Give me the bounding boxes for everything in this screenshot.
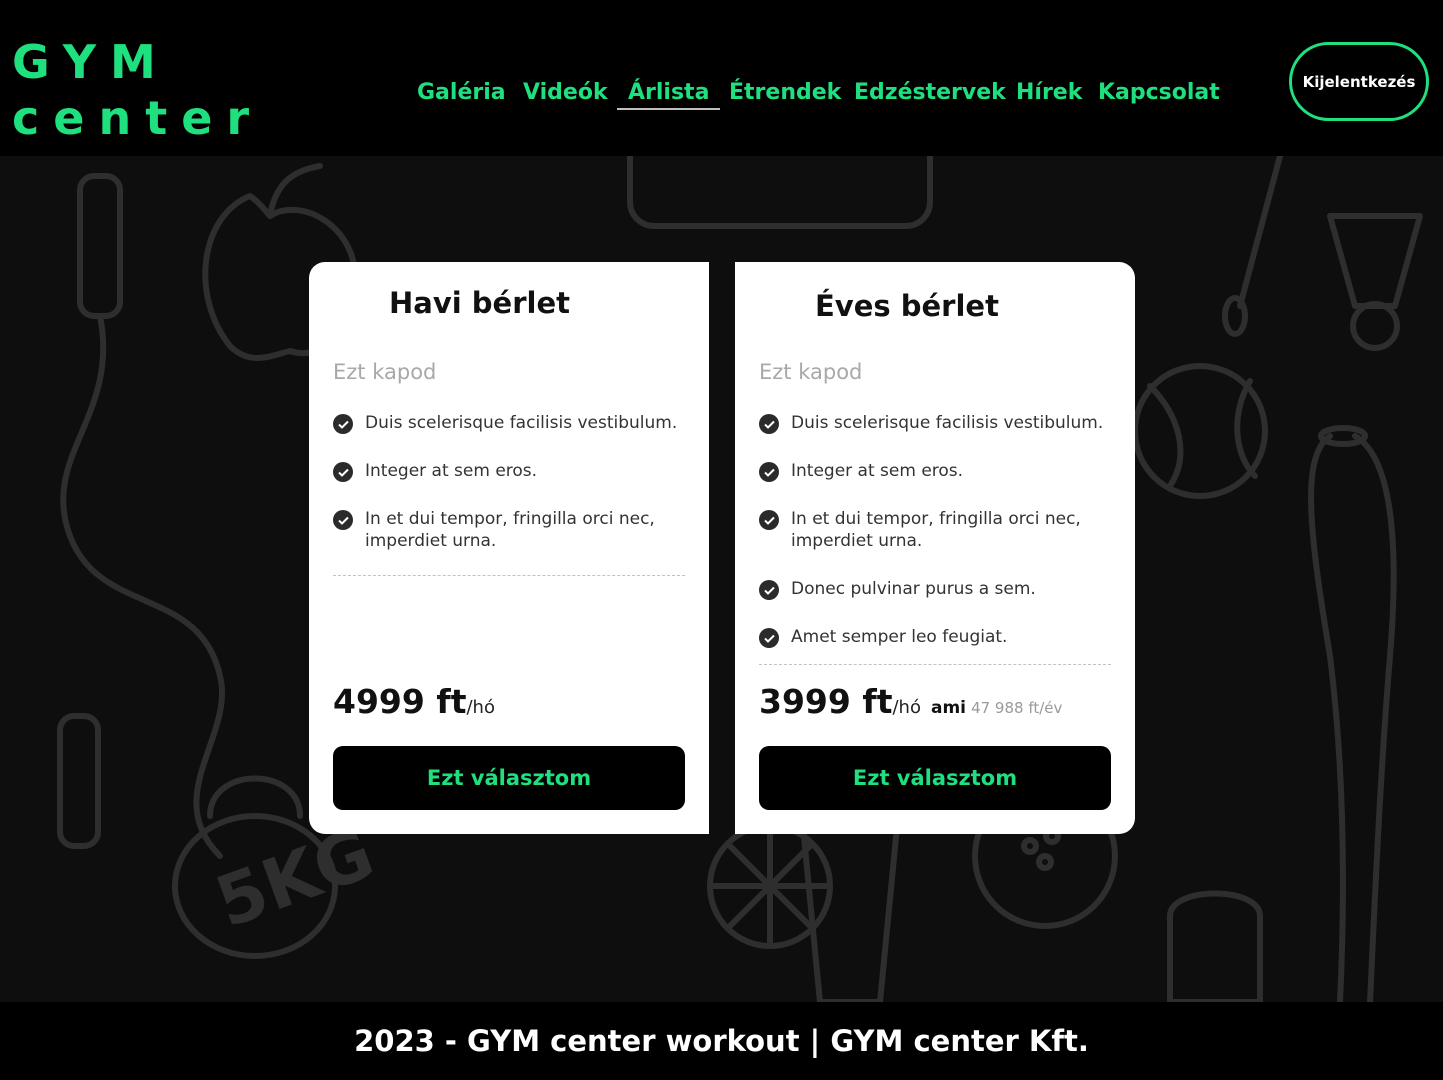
spoon-icon [1222,156,1283,337]
shuttlecock-icon [1327,213,1423,351]
choose-monthly-button[interactable]: Ezt választom [333,746,685,810]
feature-text: In et dui tempor, fringilla orci nec, im… [791,509,1081,551]
feature-text: Donec pulvinar purus a sem. [791,579,1036,599]
check-circle-icon [333,510,353,530]
plan-title: Éves bérlet [815,289,999,323]
feature-text: In et dui tempor, fringilla orci nec, im… [365,509,655,551]
feature-item: In et dui tempor, fringilla orci nec, im… [759,508,1111,552]
feature-item: In et dui tempor, fringilla orci nec, im… [333,508,685,552]
nav-item-hirek[interactable]: Hírek [1016,78,1082,108]
site-header: GYM center Galéria Videók Árlista Étrend… [0,0,1443,156]
check-circle-icon [759,414,779,434]
nav-item-videok[interactable]: Videók [523,78,608,108]
price-unit: /hó [466,697,495,718]
nav-item-kapcsolat[interactable]: Kapcsolat [1098,78,1220,108]
footer-text: 2023 - GYM center workout | GYM center K… [354,1024,1089,1058]
price-unit: /hó [892,697,921,718]
check-circle-icon [333,462,353,482]
divider [759,664,1111,665]
doodle-background: 5KG [0,156,1443,1002]
divider [333,575,685,576]
feature-item: Duis scelerisque facilisis vestibulum. [333,412,685,434]
check-circle-icon [759,510,779,530]
feature-text: Duis scelerisque facilisis vestibulum. [791,413,1104,433]
logout-button[interactable]: Kijelentkezés [1289,42,1429,121]
check-circle-icon [759,628,779,648]
plan-price: 3999 ft/hó ami 47 988 ft/év [759,682,1062,721]
feature-item: Amet semper leo feugiat. [759,626,1111,648]
price-amount: 3999 ft [759,682,893,721]
nav-item-edzestervek[interactable]: Edzéstervek [854,78,1006,108]
plan-card-yearly: Éves bérlet Ezt kapod Duis scelerisque f… [735,262,1135,834]
jump-rope-icon [57,173,225,859]
check-circle-icon [333,414,353,434]
plan-subtitle: Ezt kapod [759,360,863,384]
feature-text: Duis scelerisque facilisis vestibulum. [365,413,678,433]
dumbbell-icon [1167,890,1263,1002]
feature-item: Donec pulvinar purus a sem. [759,578,1111,600]
nav-item-etrendek[interactable]: Étrendek [729,78,841,108]
feature-list: Duis scelerisque facilisis vestibulum. I… [333,412,685,578]
feature-item: Integer at sem eros. [759,460,1111,482]
feature-item: Integer at sem eros. [333,460,685,482]
check-circle-icon [759,580,779,600]
plan-subtitle: Ezt kapod [333,360,437,384]
container-icon [627,156,933,229]
feature-item: Duis scelerisque facilisis vestibulum. [759,412,1111,434]
main-nav: Galéria Videók Árlista Étrendek Edzéster… [0,78,1443,110]
nav-item-galeria[interactable]: Galéria [417,78,506,108]
plan-price: 4999 ft/hó [333,682,495,721]
plan-title: Havi bérlet [389,286,570,320]
choose-yearly-button[interactable]: Ezt választom [759,746,1111,810]
bat-icon [1308,425,1397,1002]
feature-text: Integer at sem eros. [791,461,964,481]
feature-text: Integer at sem eros. [365,461,538,481]
price-note-value: 47 988 ft/év [971,699,1063,717]
price-note-label: ami [930,698,966,718]
plan-card-monthly: Havi bérlet Ezt kapod Duis scelerisque f… [309,262,709,834]
baseball-icon [1132,363,1268,499]
site-footer: 2023 - GYM center workout | GYM center K… [0,1002,1443,1080]
feature-text: Amet semper leo feugiat. [791,627,1008,647]
feature-list: Duis scelerisque facilisis vestibulum. I… [759,412,1111,674]
nav-item-arlista[interactable]: Árlista [617,78,721,110]
check-circle-icon [759,462,779,482]
price-amount: 4999 ft [333,682,467,721]
